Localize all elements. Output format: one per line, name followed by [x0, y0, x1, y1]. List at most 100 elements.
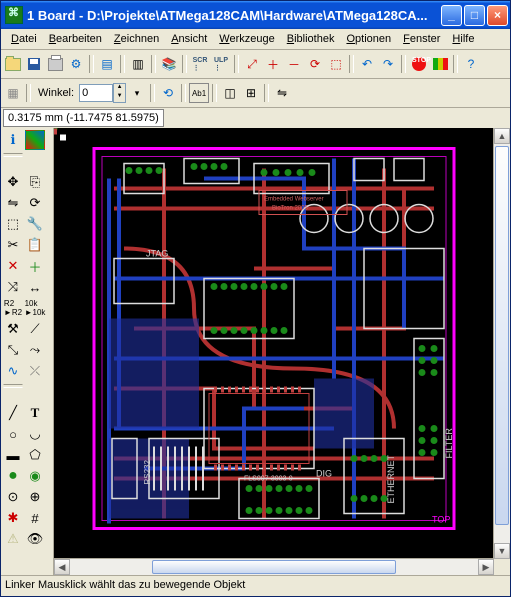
copy-icon[interactable]: ⎘ — [25, 172, 45, 192]
schematic-switch-icon[interactable]: ▤ — [97, 54, 117, 74]
ratsnest-icon[interactable]: ✱ — [3, 508, 23, 528]
open-icon[interactable] — [3, 54, 23, 74]
print-icon[interactable] — [45, 54, 65, 74]
scroll-left-icon[interactable]: ◀ — [54, 559, 70, 575]
poly-icon[interactable]: ⬠ — [25, 445, 45, 465]
zoom-redraw-icon[interactable]: ⟳ — [305, 54, 325, 74]
svg-text:TOP: TOP — [432, 515, 450, 525]
grid-icon[interactable]: ▦ — [3, 83, 23, 103]
undo-icon[interactable]: ↶ — [357, 54, 377, 74]
cam-icon[interactable]: ⚙ — [66, 54, 86, 74]
minimize-button[interactable]: _ — [441, 5, 462, 26]
scroll-down-icon[interactable]: ▼ — [494, 543, 510, 559]
menu-library[interactable]: Bibliothek — [281, 31, 341, 47]
angle-spinner[interactable]: ▲▼ — [113, 83, 126, 103]
mirror-tool-icon[interactable]: ⇋ — [3, 193, 23, 213]
split-icon[interactable]: ⤡ — [3, 340, 23, 360]
layout-a-icon[interactable]: ◫ — [220, 83, 240, 103]
erc-icon[interactable]: ⚠ — [3, 529, 23, 549]
name-icon[interactable]: R2►R2 — [3, 298, 23, 318]
layers-icon[interactable] — [25, 130, 45, 150]
library-use-icon[interactable]: 📚 — [159, 54, 179, 74]
script-icon[interactable]: SCR⋮ — [190, 54, 210, 74]
save-icon[interactable] — [24, 54, 44, 74]
menu-window[interactable]: Fenster — [397, 31, 446, 47]
menu-options[interactable]: Optionen — [340, 31, 397, 47]
rect-icon[interactable]: ▬ — [3, 445, 23, 465]
coordinate-readout: 0.3175 mm (-11.7475 81.5975) — [3, 109, 164, 127]
rotate-icon[interactable]: ⟳ — [25, 193, 45, 213]
menu-tools[interactable]: Werkzeuge — [213, 31, 280, 47]
menu-bar: Datei Bearbeiten Zeichnen Ansicht Werkze… — [1, 29, 510, 50]
svg-text:ETHERNET: ETHERNET — [386, 454, 396, 503]
tool-palette: ℹ ✥ ⎘ ⇋ ⟳ ⬚ 🔧 ✂ 📋 ✕ ＋ ⤨ ↔ R2►R2 10k►10k … — [1, 128, 54, 575]
toolbar-params: ▦ Winkel: ▲▼ ▾ ⟲ Ab1 ◫ ⊞ ⇋ — [1, 79, 510, 108]
window-title: 1 Board - D:\Projekte\ATMega128CAM\Hardw… — [27, 8, 441, 23]
value-icon[interactable]: 10k►10k — [25, 298, 45, 318]
ripup-icon[interactable]: ⤫ — [25, 361, 45, 381]
menu-edit[interactable]: Bearbeiten — [43, 31, 108, 47]
via-icon[interactable]: ● — [3, 466, 23, 486]
angle-label: Winkel: — [38, 87, 74, 99]
help-icon[interactable]: ? — [461, 54, 481, 74]
maximize-button[interactable]: □ — [464, 5, 485, 26]
delete-icon[interactable]: ✕ — [3, 256, 23, 276]
smash-icon[interactable]: ⚒ — [3, 319, 23, 339]
pcb-canvas[interactable]: JTAG DIG FLS007-3003-0 ETHERNET FILTER R… — [54, 128, 494, 559]
pinswap-icon[interactable]: ⤨ — [3, 277, 23, 297]
sheet-icon[interactable]: ▥ — [128, 54, 148, 74]
stop-icon[interactable]: STOP — [409, 54, 429, 74]
route-icon[interactable]: ∿ — [3, 361, 23, 381]
optimize-icon[interactable]: ⤳ — [25, 340, 45, 360]
cut-icon[interactable]: ✂ — [3, 235, 23, 255]
dropdown-icon[interactable]: ▾ — [127, 83, 147, 103]
coordinate-bar: 0.3175 mm (-11.7475 81.5975) — [1, 108, 510, 128]
scroll-v-thumb[interactable] — [495, 146, 509, 525]
zoom-in-icon[interactable]: ＋ — [263, 54, 283, 74]
alt-angle-icon[interactable]: ⟲ — [158, 83, 178, 103]
name-tag-icon[interactable]: Ab1 — [189, 83, 209, 103]
svg-text:RS232: RS232 — [143, 459, 152, 484]
scroll-right-icon[interactable]: ▶ — [478, 559, 494, 575]
ulp-icon[interactable]: ULP⋮ — [211, 54, 231, 74]
text-icon[interactable]: T — [25, 403, 45, 423]
status-text: Linker Mausklick wählt das zu bewegende … — [5, 579, 245, 591]
group-icon[interactable]: ⬚ — [3, 214, 23, 234]
layout-b-icon[interactable]: ⊞ — [241, 83, 261, 103]
info-icon[interactable]: ℹ — [3, 130, 23, 150]
go-icon[interactable] — [430, 54, 450, 74]
status-bar: Linker Mausklick wählt das zu bewegende … — [1, 575, 510, 596]
scrollbar-horizontal[interactable]: ◀ ▶ — [54, 558, 494, 575]
menu-view[interactable]: Ansicht — [165, 31, 213, 47]
menu-help[interactable]: Hilfe — [446, 31, 480, 47]
change-icon[interactable]: 🔧 — [25, 214, 45, 234]
angle-input[interactable] — [79, 84, 113, 102]
redo-icon[interactable]: ↷ — [378, 54, 398, 74]
scroll-h-thumb[interactable] — [152, 560, 397, 574]
zoom-fit-icon[interactable]: ⤢ — [242, 54, 262, 74]
scroll-up-icon[interactable]: ▲ — [494, 128, 510, 144]
svg-text:FILTER: FILTER — [444, 428, 454, 459]
wire-icon[interactable]: ╱ — [3, 403, 23, 423]
arc-icon[interactable]: ◡ — [25, 424, 45, 444]
mirror-icon[interactable]: ⇋ — [272, 83, 292, 103]
zoom-select-icon[interactable]: ⬚ — [326, 54, 346, 74]
hole-icon[interactable]: ⊙ — [3, 487, 23, 507]
miter-icon[interactable]: ⟋ — [25, 319, 45, 339]
canvas-area: JTAG DIG FLS007-3003-0 ETHERNET FILTER R… — [54, 128, 510, 575]
scrollbar-vertical[interactable]: ▲ ▼ — [493, 128, 510, 559]
menu-file[interactable]: Datei — [5, 31, 43, 47]
add-icon[interactable]: ＋ — [25, 256, 45, 276]
close-button[interactable]: × — [487, 5, 508, 26]
auto-icon[interactable]: # — [25, 508, 45, 528]
replace-icon[interactable]: ↔ — [25, 277, 45, 297]
signal-icon[interactable]: ◉ — [25, 466, 45, 486]
menu-draw[interactable]: Zeichnen — [108, 31, 165, 47]
paste-icon[interactable]: 📋 — [25, 235, 45, 255]
errors-icon[interactable]: 👁 — [25, 529, 45, 549]
zoom-out-icon[interactable]: － — [284, 54, 304, 74]
svg-text:Embedded Webserver: Embedded Webserver — [264, 197, 324, 203]
attrib-icon[interactable]: ⊕ — [25, 487, 45, 507]
circle-icon[interactable]: ○ — [3, 424, 23, 444]
move-icon[interactable]: ✥ — [3, 172, 23, 192]
